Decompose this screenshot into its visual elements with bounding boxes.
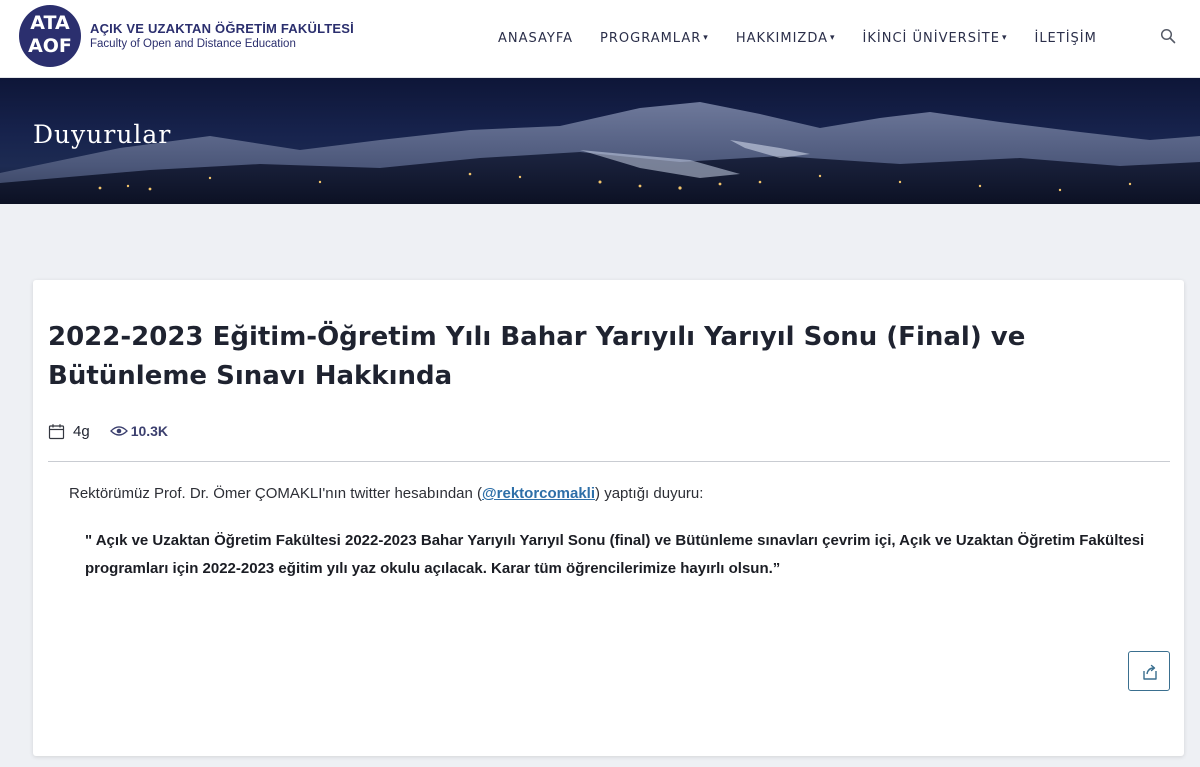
nav-item-iletisim[interactable]: İLETİŞİM [1034, 31, 1096, 46]
site-header: ATA AOF AÇIK VE UZAKTAN ÖĞRETİM FAKÜLTES… [0, 0, 1200, 78]
nav-item-label: PROGRAMLAR [600, 30, 702, 46]
view-count: 10.3K [130, 423, 169, 439]
share-icon [1143, 664, 1157, 680]
main-nav: ANASAYFA PROGRAMLAR ▾ HAKKIMIZDA ▾ İKİNCİ … [498, 28, 1124, 48]
logo-line-2: AOF [28, 35, 72, 57]
nav-item-label: HAKKIMIZDA [735, 30, 828, 46]
announcement-card: 2022-2023 Eğitim-Öğretim Yılı Bahar Yarı… [33, 280, 1184, 756]
logo-line-1: ATA [30, 12, 70, 34]
page-banner: Duyurular [0, 78, 1200, 204]
nav-item-hakkimizda[interactable]: HAKKIMIZDA ▾ [736, 31, 836, 46]
share-button[interactable] [1128, 651, 1170, 691]
twitter-handle-link[interactable]: @rektorcomakli [482, 485, 595, 502]
post-title: 2022-2023 Eğitim-Öğretim Yılı Bahar Yarı… [48, 322, 1026, 391]
nav-item-label: İKİNCİ ÜNİVERSİTE [862, 30, 1000, 46]
divider [48, 461, 1170, 462]
post-meta: 4g 10.3K [48, 422, 168, 440]
nav-item-programlar[interactable]: PROGRAMLAR ▾ [600, 31, 709, 46]
intro-text: Rektörümüz Prof. Dr. Ömer ÇOMAKLI'nın tw… [69, 485, 483, 502]
calendar-icon [48, 423, 65, 439]
announcement-quote: " Açık ve Uzaktan Öğretim Fakültesi 2022… [85, 532, 1145, 577]
nav-item-label: İLETİŞİM [1034, 30, 1097, 46]
banner-mountain-image [0, 102, 1200, 204]
page-title: Duyurular [33, 120, 172, 149]
logo[interactable]: ATA AOF [19, 5, 81, 67]
nav-item-label: ANASAYFA [498, 30, 574, 46]
post-intro: Rektörümüz Prof. Dr. Ömer ÇOMAKLI'nın tw… [69, 485, 703, 502]
search-icon[interactable] [1160, 28, 1176, 44]
intro-text-end: ) yaptığı duyuru: [595, 485, 704, 502]
eye-icon [109, 426, 128, 436]
chevron-down-icon: ▾ [1001, 32, 1008, 43]
site-title[interactable]: AÇIK VE UZAKTAN ÖĞRETİM FAKÜLTESİ [90, 21, 354, 36]
post-date: 4g [73, 422, 90, 440]
nav-item-ikinci-universite[interactable]: İKİNCİ ÜNİVERSİTE ▾ [863, 31, 1008, 46]
nav-item-anasayfa[interactable]: ANASAYFA [498, 31, 573, 46]
site-subtitle: Faculty of Open and Distance Education [90, 38, 296, 50]
chevron-down-icon: ▾ [703, 32, 709, 43]
chevron-down-icon: ▾ [830, 32, 836, 43]
